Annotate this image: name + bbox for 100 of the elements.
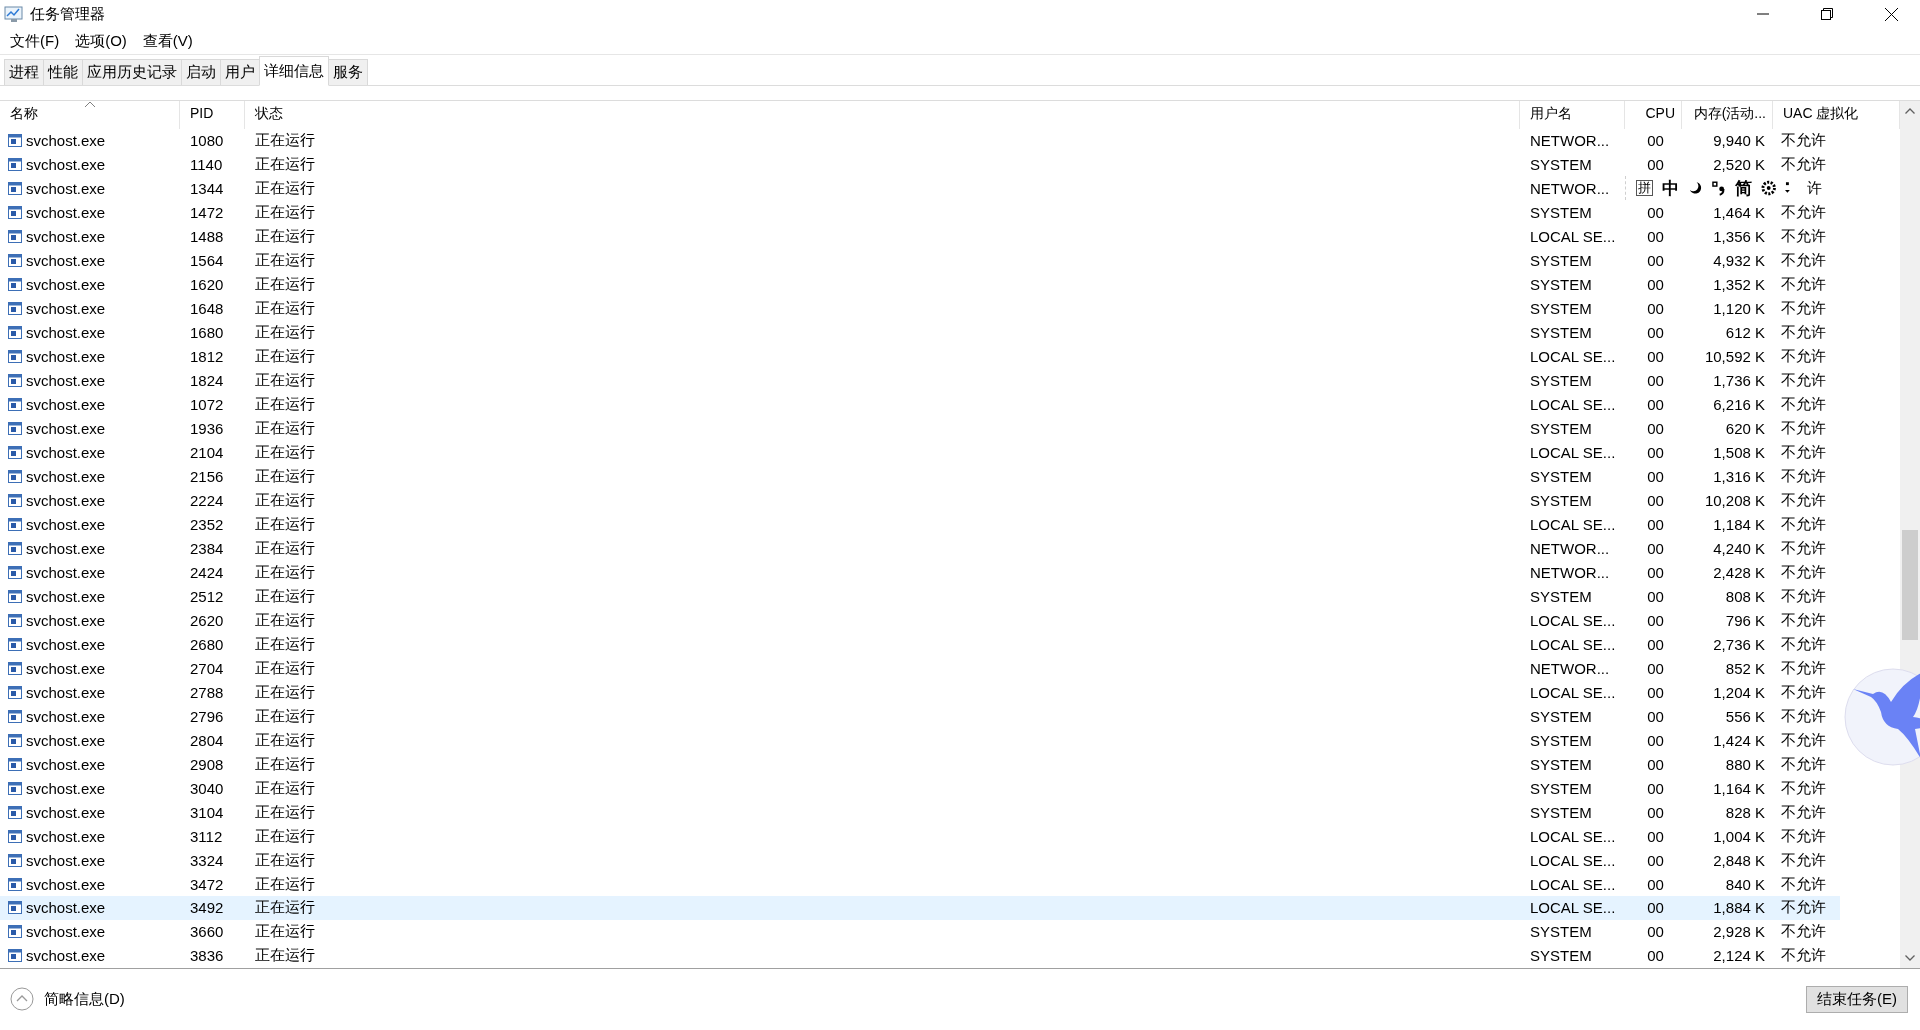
status-text: 正在运行 <box>255 443 315 461</box>
column-header[interactable]: 内存(活动... <box>1682 101 1773 129</box>
status-text: 正在运行 <box>255 682 315 700</box>
script-text[interactable]: 简 <box>1734 176 1752 200</box>
table-row[interactable]: svchost.exe 3836 正在运行 SYSTEM 00 2,124 K 不允许 <box>0 943 1840 968</box>
table-row[interactable]: svchost.exe 3104 正在运行 SYSTEM 00 828 K 不允许 <box>0 800 1840 825</box>
cpu-text: 00 <box>1647 276 1664 294</box>
column-header[interactable]: 名称 <box>0 101 180 129</box>
table-row[interactable]: svchost.exe 2788 正在运行 LOCAL SE... 00 1,204 K 不允许 <box>0 680 1840 705</box>
table-row[interactable]: svchost.exe 3040 正在运行 SYSTEM 00 1,164 K 不允许 <box>0 776 1840 801</box>
table-row[interactable]: svchost.exe 1680 正在运行 SYSTEM 00 612 K 不允许 <box>0 320 1840 345</box>
table-row[interactable]: svchost.exe 1620 正在运行 SYSTEM 00 1,352 K 不允许 <box>0 272 1840 297</box>
table-row[interactable]: svchost.exe 3472 正在运行 LOCAL SE... 00 840 K 不允许 <box>0 872 1840 896</box>
status-text: 正在运行 <box>255 946 315 964</box>
window-icon <box>8 470 22 484</box>
window-title: 任务管理器 <box>30 4 106 24</box>
table-row[interactable]: svchost.exe 2796 正在运行 SYSTEM 00 556 K 不允许 <box>0 704 1840 729</box>
input-mode-text[interactable]: 拼 <box>1636 180 1653 196</box>
pid-text: 1620 <box>190 276 224 294</box>
table-row[interactable]: svchost.exe 2804 正在运行 SYSTEM 00 1,424 K 不允许 <box>0 728 1840 753</box>
table-row[interactable]: svchost.exe 1072 正在运行 LOCAL SE... 00 6,216 K 不允许 <box>0 392 1840 417</box>
table-row[interactable]: svchost.exe 2620 正在运行 LOCAL SE... 00 796 K 不允许 <box>0 608 1840 633</box>
table-row[interactable]: svchost.exe 3112 正在运行 LOCAL SE... 00 1,004 K 不允许 <box>0 824 1840 849</box>
status-text: 正在运行 <box>255 778 315 796</box>
process-name: svchost.exe <box>26 851 106 869</box>
tab[interactable]: 性能 <box>43 59 83 85</box>
cpu-text: 00 <box>1647 707 1664 725</box>
uac-text: 不允许 <box>1781 515 1826 532</box>
table-row[interactable]: svchost.exe 1472 正在运行 SYSTEM 00 1,464 K 不允许 <box>0 200 1840 225</box>
user-name: LOCAL SE... <box>1530 899 1616 917</box>
column-header[interactable]: PID <box>180 101 245 129</box>
language-text[interactable]: 中 <box>1662 176 1679 200</box>
table-row[interactable]: svchost.exe 2352 正在运行 LOCAL SE... 00 1,184 K 不允许 <box>0 512 1840 537</box>
menu-item[interactable]: 选项(O) <box>67 29 135 53</box>
restore-icon <box>1821 8 1833 20</box>
menu-item[interactable]: 查看(V) <box>134 29 201 53</box>
table-row[interactable]: svchost.exe 2512 正在运行 SYSTEM 00 808 K 不允许 <box>0 584 1840 609</box>
table-row[interactable]: svchost.exe 2156 正在运行 SYSTEM 00 1,316 K 不允许 <box>0 464 1840 489</box>
gear-icon[interactable] <box>1760 180 1777 196</box>
user-name: SYSTEM <box>1530 707 1592 725</box>
tab[interactable]: 应用历史记录 <box>82 59 182 85</box>
table-row[interactable]: svchost.exe 1648 正在运行 SYSTEM 00 1,120 K 不允许 <box>0 296 1840 321</box>
more-icon[interactable] <box>1785 181 1791 195</box>
process-name: svchost.exe <box>26 252 106 270</box>
table-row[interactable]: svchost.exe 1824 正在运行 SYSTEM 00 1,736 K 不允许 <box>0 368 1840 393</box>
cpu-text: 00 <box>1647 539 1664 557</box>
memory-text: 2,124 K <box>1713 947 1765 965</box>
table-row[interactable]: svchost.exe 2908 正在运行 SYSTEM 00 880 K 不允许 <box>0 752 1840 777</box>
table-row[interactable]: svchost.exe 2680 正在运行 LOCAL SE... 00 2,736 K 不允许 <box>0 632 1840 657</box>
user-name: LOCAL SE... <box>1530 851 1616 869</box>
menu-item[interactable]: 文件(F) <box>2 29 68 53</box>
uac-text: 不允许 <box>1781 730 1826 748</box>
memory-text: 10,592 K <box>1704 348 1765 366</box>
status-text: 正在运行 <box>255 131 315 149</box>
column-header[interactable]: CPU <box>1625 101 1682 129</box>
column-header[interactable]: 状态 <box>245 101 1520 129</box>
table-row[interactable]: svchost.exe 1564 正在运行 SYSTEM 00 4,932 K 不允许 <box>0 248 1840 273</box>
scrollbar-thumb[interactable] <box>1902 530 1918 640</box>
tab[interactable]: 进程 <box>4 59 44 85</box>
table-row[interactable]: svchost.exe 2704 正在运行 NETWOR... 00 852 K 不允许 <box>0 656 1840 681</box>
table-row[interactable]: svchost.exe 1936 正在运行 SYSTEM 00 620 K 不允许 <box>0 416 1840 441</box>
user-name: SYSTEM <box>1530 947 1592 965</box>
status-text: 正在运行 <box>255 467 315 485</box>
window-icon <box>8 661 22 675</box>
window-icon <box>8 925 22 939</box>
status-text: 正在运行 <box>255 299 315 317</box>
collapse-icon[interactable] <box>10 987 34 1011</box>
table-row[interactable]: svchost.exe 1140 正在运行 SYSTEM 00 2,520 K 不允许 <box>0 152 1840 177</box>
table-row[interactable]: svchost.exe 2424 正在运行 NETWOR... 00 2,428 K 不允许 <box>0 560 1840 585</box>
memory-text: 10,208 K <box>1704 492 1765 509</box>
status-text: 正在运行 <box>255 251 315 269</box>
cpu-text: 00 <box>1647 156 1664 174</box>
tab[interactable]: 服务 <box>328 59 368 85</box>
tab[interactable]: 详细信息 <box>259 56 329 86</box>
user-name: LOCAL SE... <box>1530 396 1616 414</box>
table-row[interactable]: svchost.exe 3324 正在运行 LOCAL SE... 00 2,848 K 不允许 <box>0 848 1840 873</box>
table-row[interactable]: svchost.exe 3492 正在运行 LOCAL SE... 00 1,884 K 不允许 <box>0 896 1840 920</box>
table-row[interactable]: svchost.exe 1488 正在运行 LOCAL SE... 00 1,356 K 不允许 <box>0 224 1840 249</box>
table-row[interactable]: svchost.exe 1812 正在运行 LOCAL SE... 00 10,592 K 不允许 <box>0 344 1840 369</box>
column-header[interactable]: 用户名 <box>1520 101 1625 129</box>
status-text: 正在运行 <box>255 395 315 413</box>
uac-text: 不允许 <box>1781 898 1826 916</box>
details-toggle-link[interactable]: 简略信息(D) <box>44 989 125 1009</box>
table-row[interactable]: svchost.exe 2384 正在运行 NETWOR... 00 4,240 K 不允许 <box>0 536 1840 561</box>
table-row[interactable]: svchost.exe 3660 正在运行 SYSTEM 00 2,928 K 不允许 <box>0 919 1840 944</box>
process-name: svchost.exe <box>26 899 106 917</box>
tab[interactable]: 用户 <box>220 59 260 85</box>
end-task-button[interactable]: 结束任务(E) <box>1806 985 1908 1013</box>
tab[interactable]: 启动 <box>181 59 221 85</box>
table-row[interactable]: svchost.exe 1080 正在运行 NETWOR... 00 9,940 K 不允许 <box>0 128 1840 153</box>
memory-text: 1,356 K <box>1713 228 1765 246</box>
punctuation-icon[interactable] <box>1712 180 1726 196</box>
table-row[interactable]: svchost.exe 2104 正在运行 LOCAL SE... 00 1,508 K 不允许 <box>0 440 1840 465</box>
uac-text: 不允许 <box>1781 682 1826 700</box>
bird-app-icon[interactable] <box>1843 667 1920 767</box>
table-row[interactable]: svchost.exe 1344 正在运行 NETWOR... <box>0 176 1625 201</box>
process-name: svchost.exe <box>26 276 106 294</box>
window-icon <box>8 589 22 603</box>
moon-icon[interactable] <box>1688 180 1704 196</box>
table-row[interactable]: svchost.exe 2224 正在运行 SYSTEM 00 10,208 K 不允许 <box>0 488 1840 513</box>
